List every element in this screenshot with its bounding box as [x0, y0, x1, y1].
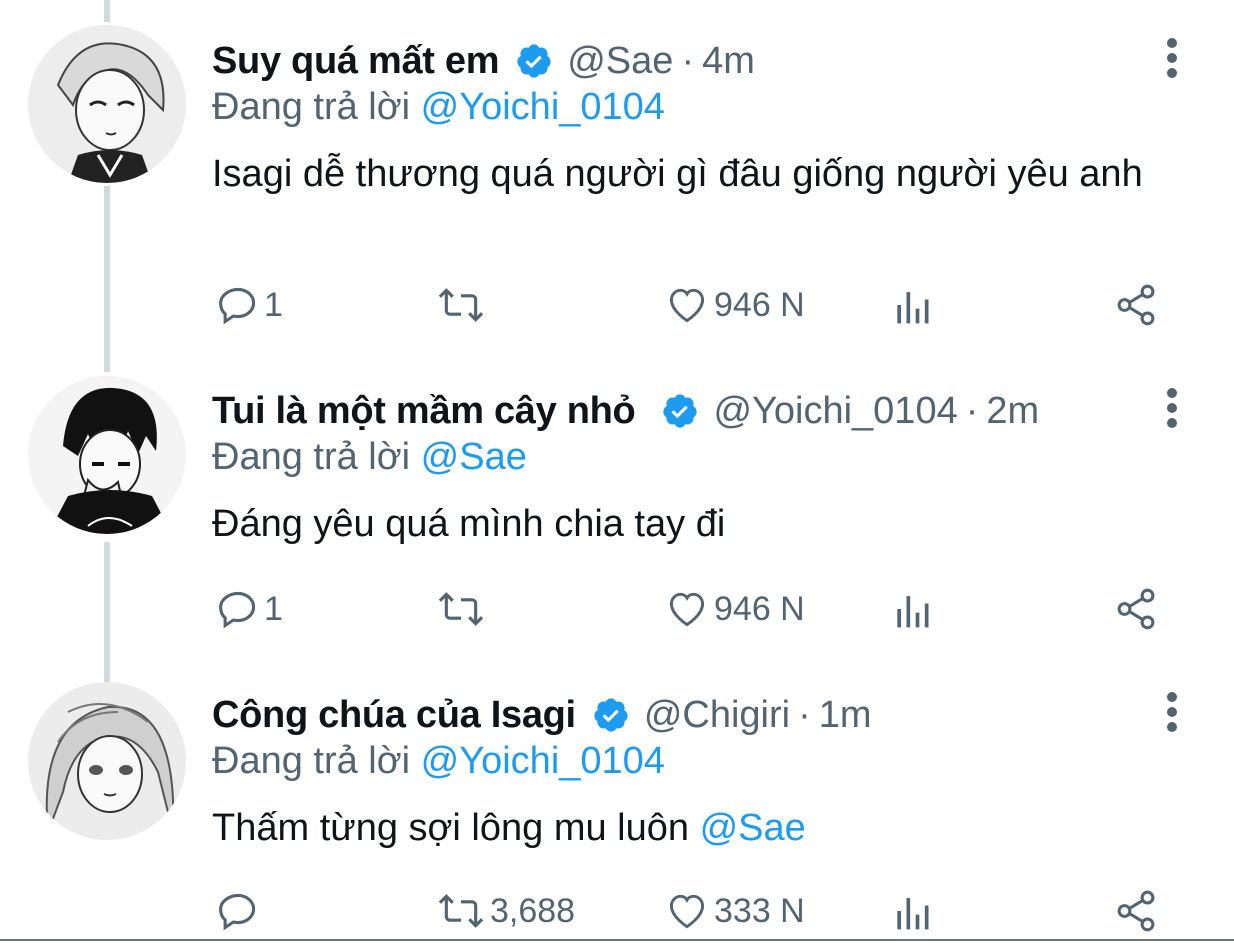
avatar-illustration: [28, 376, 186, 534]
replying-to-link[interactable]: @Sae: [421, 436, 527, 478]
tweet-text-body: Đáng yêu quá mình chia tay đi: [212, 503, 726, 545]
like-button[interactable]: 333 N: [664, 886, 805, 936]
tweet-text: Đáng yêu quá mình chia tay đi: [212, 500, 1172, 548]
share-icon: [1117, 890, 1155, 932]
tweet-text: Thấm từng sợi lông mu luôn @Sae: [212, 804, 1172, 852]
replying-to-link[interactable]: @Yoichi_0104: [421, 740, 665, 782]
tweet-header: Công chúa của Isagi @Chigiri · 1m: [212, 690, 872, 740]
reply-icon: [219, 893, 256, 931]
tweet[interactable]: Tui là một mầm cây nhỏ @Yoichi_0104 · 2m…: [0, 370, 1234, 670]
tweet-actions: 1 946 N: [212, 280, 1172, 330]
share-button[interactable]: [1112, 584, 1160, 634]
reply-count: 1: [264, 589, 283, 628]
like-count: 333 N: [714, 891, 805, 930]
tweet-header: Suy quá mất em @Sae · 4m: [212, 36, 755, 86]
display-name[interactable]: Công chúa của Isagi: [212, 694, 576, 737]
tweet-actions: 3,688 333 N: [212, 886, 1172, 936]
timestamp[interactable]: 4m: [702, 40, 755, 83]
replying-to: Đang trả lời @Yoichi_0104: [212, 740, 665, 783]
tweet[interactable]: Suy quá mất em @Sae · 4m Đang trả lời @Y…: [0, 0, 1234, 340]
retweet-button[interactable]: [436, 584, 490, 634]
tweet-mention[interactable]: @Sae: [700, 807, 806, 849]
like-count: 946 N: [714, 285, 805, 324]
replying-to-link[interactable]: @Yoichi_0104: [421, 86, 665, 128]
retweet-button[interactable]: [436, 280, 490, 330]
tweet-header: Tui là một mầm cây nhỏ @Yoichi_0104 · 2m: [212, 386, 1039, 436]
replying-to: Đang trả lời @Yoichi_0104: [212, 86, 665, 129]
user-handle[interactable]: @Chigiri: [644, 694, 790, 737]
verified-badge-icon: [515, 42, 553, 80]
replying-prefix: Đang trả lời: [212, 436, 411, 478]
tweet-text: Isagi dễ thương quá người gì đâu giống n…: [212, 150, 1172, 198]
reply-icon: [219, 591, 256, 629]
divider: [0, 939, 1234, 941]
like-button[interactable]: 946 N: [664, 584, 805, 634]
retweet-button[interactable]: 3,688: [436, 886, 575, 936]
avatar-illustration: [28, 682, 186, 840]
separator: ·: [798, 693, 811, 736]
analytics-button[interactable]: [892, 886, 932, 936]
share-button[interactable]: [1112, 280, 1160, 330]
more-icon[interactable]: [1160, 692, 1184, 732]
user-handle[interactable]: @Sae: [567, 40, 673, 83]
analytics-icon: [897, 898, 929, 930]
like-icon: [669, 592, 705, 627]
avatar[interactable]: [28, 25, 186, 183]
separator: ·: [681, 39, 695, 82]
avatar[interactable]: [28, 682, 186, 840]
reply-button[interactable]: 1: [216, 280, 283, 330]
verified-badge-icon: [661, 392, 699, 430]
reply-button[interactable]: 1: [216, 584, 283, 634]
tweet-text-body: Isagi dễ thương quá người gì đâu giống n…: [212, 153, 1143, 195]
share-button[interactable]: [1112, 886, 1160, 936]
retweet-count: 3,688: [490, 891, 576, 930]
retweet-icon: [438, 592, 484, 626]
analytics-button[interactable]: [892, 584, 932, 634]
timestamp[interactable]: 2m: [986, 390, 1039, 433]
tweet[interactable]: Công chúa của Isagi @Chigiri · 1m Đang t…: [0, 674, 1234, 939]
retweet-icon: [438, 894, 484, 928]
analytics-icon: [897, 292, 929, 324]
reply-icon: [219, 287, 256, 325]
like-count: 946 N: [714, 589, 805, 628]
display-name[interactable]: Tui là một mầm cây nhỏ: [212, 390, 636, 433]
analytics-button[interactable]: [892, 280, 932, 330]
more-icon[interactable]: [1160, 388, 1184, 428]
like-icon: [669, 288, 705, 323]
tweet-actions: 1 946 N: [212, 584, 1172, 634]
reply-button[interactable]: [216, 886, 264, 936]
timestamp[interactable]: 1m: [819, 694, 872, 737]
replying-to: Đang trả lời @Sae: [212, 436, 527, 479]
user-handle[interactable]: @Yoichi_0104: [713, 390, 957, 433]
replying-prefix: Đang trả lời: [212, 86, 411, 128]
more-icon[interactable]: [1160, 38, 1184, 78]
analytics-icon: [897, 596, 929, 628]
reply-count: 1: [264, 285, 283, 324]
like-button[interactable]: 946 N: [664, 280, 805, 330]
like-icon: [669, 894, 705, 929]
tweet-text-body: Thấm từng sợi lông mu luôn: [212, 807, 700, 849]
display-name[interactable]: Suy quá mất em: [212, 40, 500, 83]
separator: ·: [965, 389, 979, 432]
retweet-icon: [438, 288, 484, 322]
replying-prefix: Đang trả lời: [212, 740, 411, 782]
verified-badge-icon: [592, 696, 630, 734]
avatar-illustration: [28, 25, 186, 183]
share-icon: [1117, 284, 1155, 326]
avatar[interactable]: [28, 376, 186, 534]
share-icon: [1117, 588, 1155, 630]
